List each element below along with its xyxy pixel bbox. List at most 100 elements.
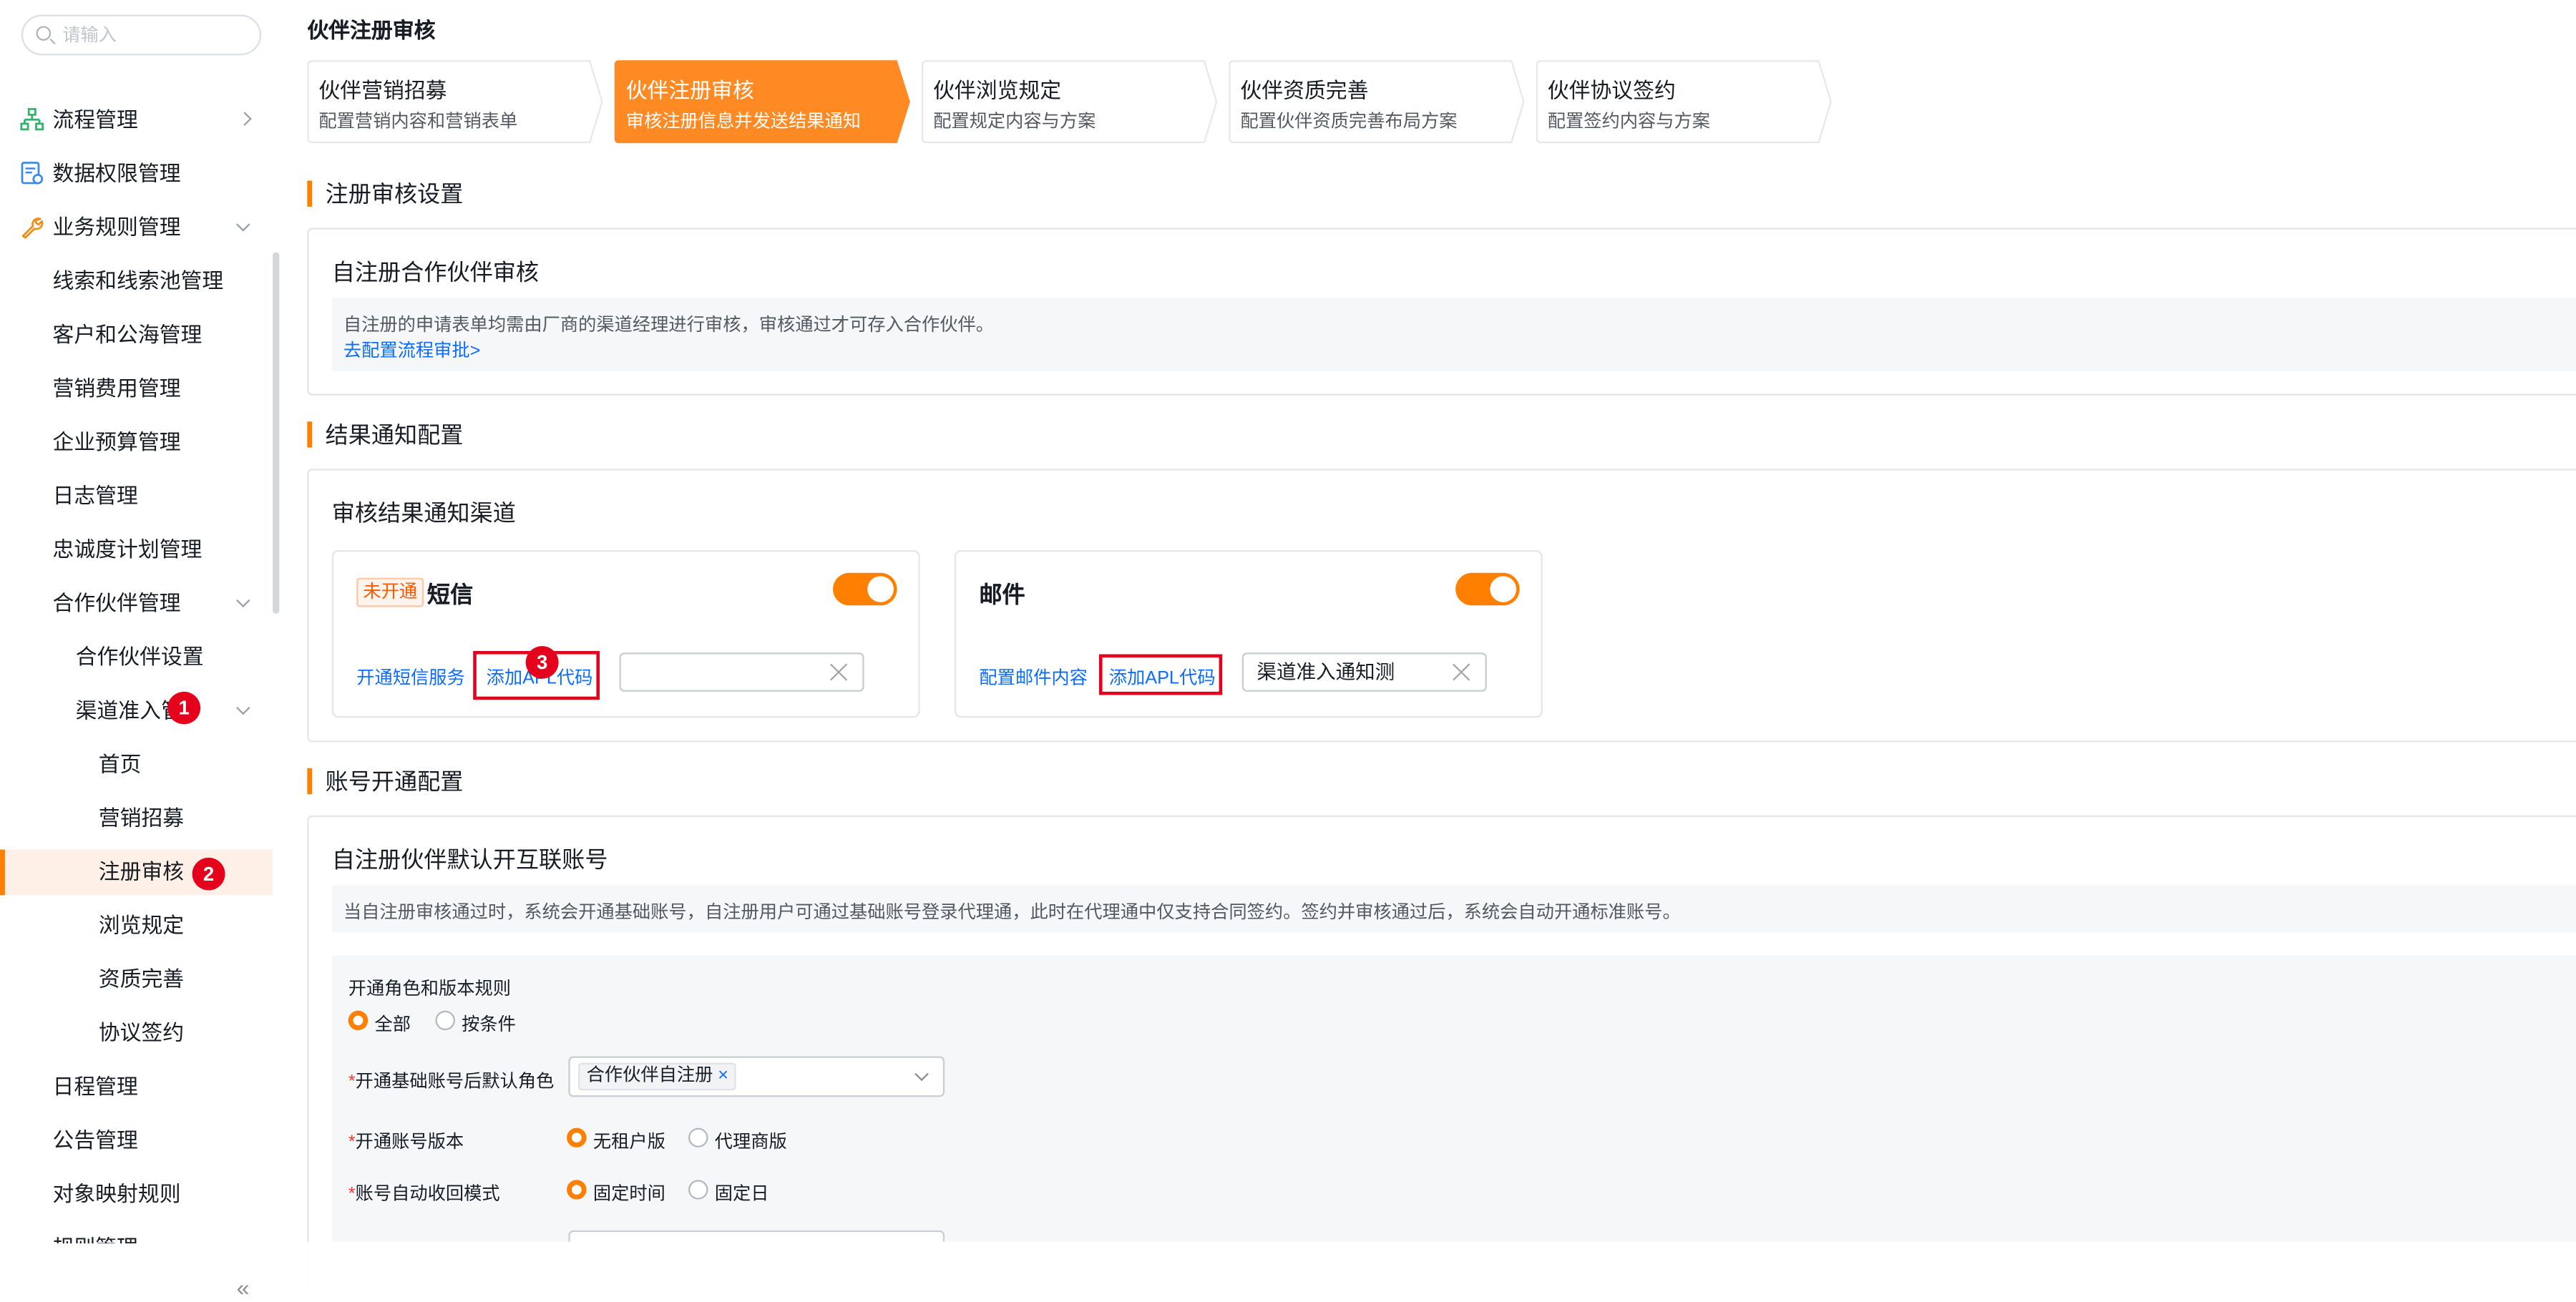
sidebar-item-workflow[interactable]: 流程管理	[0, 98, 273, 144]
email-add-apl-link[interactable]: 添加APL代码	[1109, 664, 1216, 690]
sidebar-item-leads[interactable]: 线索和线索池管理	[0, 259, 273, 305]
clear-icon[interactable]	[829, 662, 849, 682]
configure-email-link[interactable]: 配置邮件内容	[979, 664, 1088, 690]
sidebar-item-loyalty[interactable]: 忠诚度计划管理	[0, 527, 273, 573]
collapse-sidebar-icon[interactable]: «	[237, 1274, 250, 1300]
sms-apl-input[interactable]	[619, 652, 864, 692]
sidebar-item-marketing-cost[interactable]: 营销费用管理	[0, 366, 273, 412]
remove-chip-icon[interactable]: ×	[718, 1066, 728, 1085]
step-browse-rules[interactable]: 伙伴浏览规定 配置规定内容与方案	[922, 60, 1218, 144]
role-label-text: 开通基础账号后默认角色	[355, 1072, 555, 1092]
sidebar: 流程管理 数据权限管理 业务规则管理 线索和线索池管理 客户和公海管理 营销费用…	[0, 0, 283, 1302]
chevron-right-icon	[238, 112, 252, 126]
email-channel-card	[954, 549, 1543, 718]
partial-field[interactable]	[568, 1230, 945, 1242]
notify-card-title: 审核结果通知渠道	[331, 499, 516, 526]
sidebar-item-label: 日程管理	[52, 1074, 138, 1099]
sidebar-clip: 规则管理	[0, 1225, 273, 1243]
sidebar-item-recruit[interactable]: 营销招募	[0, 796, 273, 841]
sidebar-item-registration-review[interactable]: 注册审核	[0, 849, 273, 896]
review-card-title: 自注册合作伙伴审核	[331, 258, 540, 285]
wrench-icon	[21, 217, 44, 239]
sms-toggle[interactable]	[833, 572, 897, 606]
sidebar-item-partner-settings[interactable]: 合作伙伴设置	[0, 635, 273, 680]
enable-sms-link[interactable]: 开通短信服务	[356, 664, 465, 690]
version-no-tenant-radio[interactable]	[567, 1127, 587, 1147]
search-icon	[36, 26, 52, 41]
sidebar-item-browse-rules[interactable]: 浏览规定	[0, 904, 273, 949]
sidebar-item-label: 首页	[98, 752, 142, 777]
sidebar-item-home[interactable]: 首页	[0, 742, 273, 788]
sidebar-item-label: 流程管理	[52, 107, 138, 132]
annotation-badge: 2	[192, 857, 225, 891]
sidebar-item-partner-mgmt[interactable]: 合作伙伴管理	[0, 581, 273, 627]
sidebar-item-channel-access[interactable]: 渠道准入管	[0, 688, 273, 734]
email-toggle[interactable]	[1455, 572, 1520, 606]
content-bottom-mask	[307, 1241, 2576, 1302]
configure-approval-link[interactable]: 去配置流程审批>	[343, 337, 481, 363]
recycle-fixed-day-radio[interactable]	[688, 1180, 708, 1200]
sidebar-item-label: 注册审核	[98, 859, 185, 884]
account-desc: 当自注册审核通过时，系统会开通基础账号，自注册用户可通过基础账号登录代理通，此时…	[343, 903, 1681, 923]
role-chip-text: 合作伙伴自注册	[586, 1066, 713, 1086]
email-apl-input[interactable]: 渠道准入通知测	[1241, 652, 1487, 692]
rule-label: 开通角色和版本规则	[348, 979, 512, 999]
sidebar-item-data-permission[interactable]: 数据权限管理	[0, 152, 273, 197]
search-input[interactable]	[62, 21, 252, 49]
annotation-badge: 1	[167, 691, 201, 725]
step-desc: 审核注册信息并发送结果通知	[625, 112, 862, 132]
rule-condition-radio[interactable]	[435, 1010, 455, 1031]
step-recruit[interactable]: 伙伴营销招募 配置营销内容和营销表单	[307, 60, 603, 144]
sidebar-item-object-mapping[interactable]: 对象映射规则	[0, 1172, 273, 1218]
sidebar-item-logs[interactable]: 日志管理	[0, 474, 273, 519]
version-agent-label: 代理商版	[714, 1132, 787, 1152]
sms-channel-card	[331, 549, 920, 718]
recycle-fixed-day-label: 固定日	[714, 1185, 769, 1205]
chevron-down-icon	[914, 1067, 929, 1082]
role-label: *开通基础账号后默认角色	[348, 1067, 555, 1093]
rule-all-radio[interactable]	[348, 1010, 369, 1031]
default-role-select[interactable]: 合作伙伴自注册 ×	[568, 1056, 945, 1097]
sidebar-item-rules[interactable]: 规则管理	[0, 1225, 273, 1243]
sidebar-item-label: 规则管理	[52, 1225, 137, 1243]
data-permission-icon	[21, 162, 44, 185]
sidebar-item-label: 合作伙伴设置	[75, 644, 204, 670]
sidebar-item-label: 协议签约	[98, 1020, 185, 1045]
sidebar-item-label: 日志管理	[52, 483, 138, 508]
role-chip: 合作伙伴自注册 ×	[578, 1062, 737, 1091]
review-desc: 自注册的申请表单均需由厂商的渠道经理进行审核，审核通过才可存入合作伙伴。	[343, 315, 995, 336]
sidebar-item-budget[interactable]: 企业预算管理	[0, 420, 273, 466]
sidebar-item-label: 企业预算管理	[52, 429, 181, 454]
recycle-label-text: 账号自动收回模式	[355, 1185, 500, 1205]
chevron-down-icon	[236, 593, 250, 608]
version-label-text: 开通账号版本	[355, 1132, 464, 1152]
version-label: *开通账号版本	[348, 1128, 464, 1154]
version-agent-radio[interactable]	[688, 1127, 708, 1147]
section-title-notify: 结果通知配置	[307, 421, 463, 448]
recycle-fixed-time-radio[interactable]	[567, 1180, 587, 1200]
sidebar-scrollbar[interactable]	[273, 252, 280, 614]
sidebar-item-schedule[interactable]: 日程管理	[0, 1064, 273, 1110]
sidebar-item-qualification[interactable]: 资质完善	[0, 957, 273, 1003]
sidebar-item-label: 客户和公海管理	[52, 322, 203, 347]
step-registration-review[interactable]: 伙伴注册审核 审核注册信息并发送结果通知	[614, 60, 910, 144]
section-title-account: 账号开通配置	[307, 768, 463, 795]
sidebar-item-customers[interactable]: 客户和公海管理	[0, 313, 273, 358]
step-agreement[interactable]: 伙伴协议签约 配置签约内容与方案	[1536, 60, 1832, 144]
rule-condition-label: 按条件	[462, 1015, 516, 1035]
chevron-down-icon	[236, 700, 250, 715]
step-qualification[interactable]: 伙伴资质完善 配置伙伴资质完善布局方案	[1229, 60, 1525, 144]
sidebar-item-agreement[interactable]: 协议签约	[0, 1011, 273, 1057]
search-box[interactable]	[21, 14, 262, 56]
sidebar-item-business-rules[interactable]: 业务规则管理	[0, 205, 273, 251]
step-title: 伙伴协议签约	[1547, 78, 1676, 103]
section-title-review: 注册审核设置	[307, 180, 463, 207]
clear-icon[interactable]	[1453, 662, 1473, 682]
sidebar-item-label: 合作伙伴管理	[52, 590, 181, 615]
sidebar-item-label: 浏览规定	[98, 913, 185, 938]
sidebar-item-label: 营销费用管理	[52, 376, 181, 401]
account-form-box	[331, 955, 2576, 1242]
sidebar-item-label: 公告管理	[52, 1127, 138, 1152]
chevron-down-icon	[236, 217, 250, 232]
sidebar-item-announcement[interactable]: 公告管理	[0, 1118, 273, 1164]
